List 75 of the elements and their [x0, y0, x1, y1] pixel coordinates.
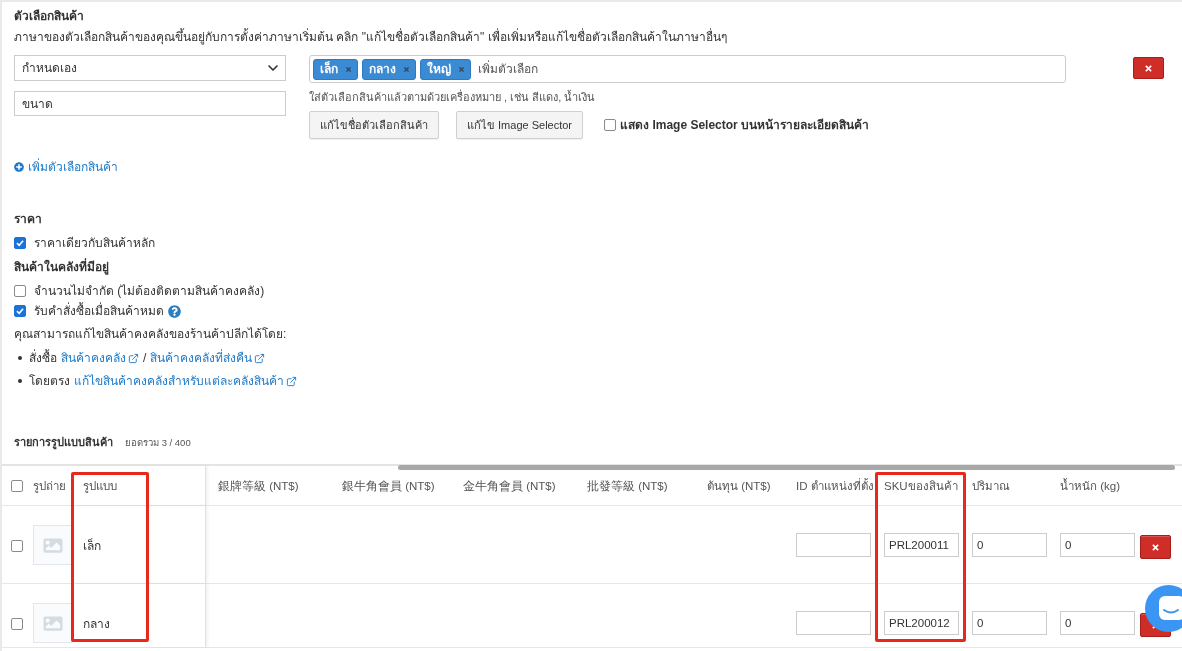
- close-icon[interactable]: [345, 65, 352, 73]
- variant-name: กลาง: [83, 616, 110, 632]
- hint-text: ใส่ตัวเลือกสินค้าแล้วตามด้วยเครื่องหมาย , เช่น สีแดง, น้ำเงิน: [309, 90, 597, 104]
- checkbox[interactable]: [14, 305, 26, 317]
- checkbox-label: จำนวนไม่จำกัด (ไม่ต้องติดตามสินค้าคงคลัง): [34, 283, 265, 299]
- variant-name: เล็ก: [83, 538, 101, 554]
- checkbox-label: แสดง Image Selector บนหน้ารายละเอียดสินค้า: [620, 117, 870, 133]
- image-icon: [42, 613, 64, 633]
- location-id-input[interactable]: [796, 611, 871, 635]
- column-header: 銀牛角會員 (NT$): [342, 478, 435, 494]
- close-icon[interactable]: [403, 65, 410, 73]
- checkbox[interactable]: [11, 540, 23, 552]
- inventory-link[interactable]: แก้ไขสินค้าคงคลังสำหรับแต่ละคลังสินค้า: [74, 373, 297, 389]
- inventory-link[interactable]: สินค้าคงคลังที่ส่งคืน: [150, 350, 266, 366]
- option-values-field[interactable]: เล็ก กลาง ใหญ่ เพิ่มตัวเลือก: [309, 55, 1066, 83]
- tag-label: ใหญ่: [427, 61, 451, 77]
- bullet-icon: [18, 379, 22, 383]
- delete-option-button[interactable]: [1133, 57, 1164, 79]
- sku-input[interactable]: PRL200011: [884, 533, 959, 557]
- column-header: SKUของสินค้า: [884, 478, 958, 494]
- bullet-text: สั่งซื้อ: [29, 350, 57, 366]
- help-icon[interactable]: [168, 304, 181, 318]
- quantity-input[interactable]: 0: [972, 533, 1047, 557]
- delete-button[interactable]: [1140, 535, 1171, 559]
- external-link-icon: [128, 352, 139, 364]
- inventory-note: คุณสามารถแก้ไขสินค้าคงคลังของร้านค้าปลีกได้โดย:: [14, 326, 288, 342]
- column-header: ID ตำแหน่งที่ตั้ง: [796, 477, 874, 494]
- column-header: ต้นทุน (NT$): [707, 478, 771, 494]
- checkbox[interactable]: [11, 618, 23, 630]
- total-count: ยอดรวม 3 / 400: [125, 436, 191, 450]
- image-placeholder[interactable]: [33, 603, 73, 643]
- add-option-link[interactable]: เพิ่มตัวเลือกสินค้า: [14, 159, 118, 175]
- column-header: รูปแบบ: [83, 478, 117, 494]
- location-id-input[interactable]: [796, 533, 871, 557]
- add-value-input[interactable]: เพิ่มตัวเลือก: [478, 59, 1062, 79]
- section-title: ตัวเลือกสินค้า: [14, 8, 85, 24]
- column-header: น้ำหนัก (kg): [1060, 477, 1120, 494]
- sku-input[interactable]: PRL200012: [884, 611, 959, 635]
- external-link-icon: [254, 352, 266, 364]
- tag-label: เล็ก: [320, 61, 338, 77]
- checkbox[interactable]: [604, 119, 617, 131]
- tag-label: กลาง: [369, 61, 396, 77]
- checkbox[interactable]: [14, 285, 26, 297]
- column-header: รูปถ่าย: [33, 478, 66, 494]
- column-header: 銀牌等級 (NT$): [218, 478, 299, 494]
- checkbox[interactable]: [14, 237, 26, 249]
- inventory-link[interactable]: สินค้าคงคลัง: [61, 350, 139, 366]
- section-description: ภาษาของตัวเลือกสินค้าของคุณขึ้นอยู่กับการตั้งค่าภาษาเริ่มต้น คลิก "แก้ไขชื่อตัวเลือกสินค้า" เพื่อเพิ่มหรือแก้ไขชื่อตัวเลือกสินค้าในภาษาอื่นๆ: [14, 29, 728, 45]
- option-name-input[interactable]: ขนาด: [14, 91, 286, 116]
- bullet-text: /: [143, 350, 147, 366]
- image-icon: [42, 535, 64, 555]
- edit-image-selector-button[interactable]: แก้ไข Image Selector: [456, 111, 584, 139]
- edit-option-names-button[interactable]: แก้ไขชื่อตัวเลือกสินค้า: [309, 111, 439, 139]
- checkbox[interactable]: [11, 479, 23, 492]
- section-title: ราคา: [14, 211, 43, 227]
- image-placeholder[interactable]: [33, 525, 73, 565]
- quantity-input[interactable]: 0: [972, 611, 1047, 635]
- close-icon: [1151, 542, 1160, 552]
- bullet-text: โดยตรง: [29, 373, 70, 389]
- bullet-icon: [18, 356, 22, 360]
- checkbox-label: ราคาเดียวกับสินค้าหลัก: [34, 235, 155, 251]
- horizontal-scrollbar[interactable]: [398, 465, 1175, 470]
- column-header: ปริมาณ: [972, 478, 1010, 494]
- external-link-icon: [286, 375, 297, 387]
- close-icon[interactable]: [458, 65, 465, 73]
- weight-input[interactable]: 0: [1060, 611, 1135, 635]
- close-icon: [1144, 63, 1153, 73]
- option-type-select[interactable]: กำหนดเอง: [14, 55, 286, 81]
- section-title: รายการรูปแบบสินค้า: [14, 435, 113, 450]
- column-header: 批發等級 (NT$): [587, 478, 668, 494]
- column-header: 金牛角會員 (NT$): [463, 478, 556, 494]
- chat-bubble-icon[interactable]: [1145, 585, 1182, 632]
- section-title: สินค้าในคลังที่มีอยู่: [14, 259, 110, 275]
- weight-input[interactable]: 0: [1060, 533, 1135, 557]
- checkbox-label: รับคำสั่งซื้อเมื่อสินค้าหมด: [34, 303, 164, 319]
